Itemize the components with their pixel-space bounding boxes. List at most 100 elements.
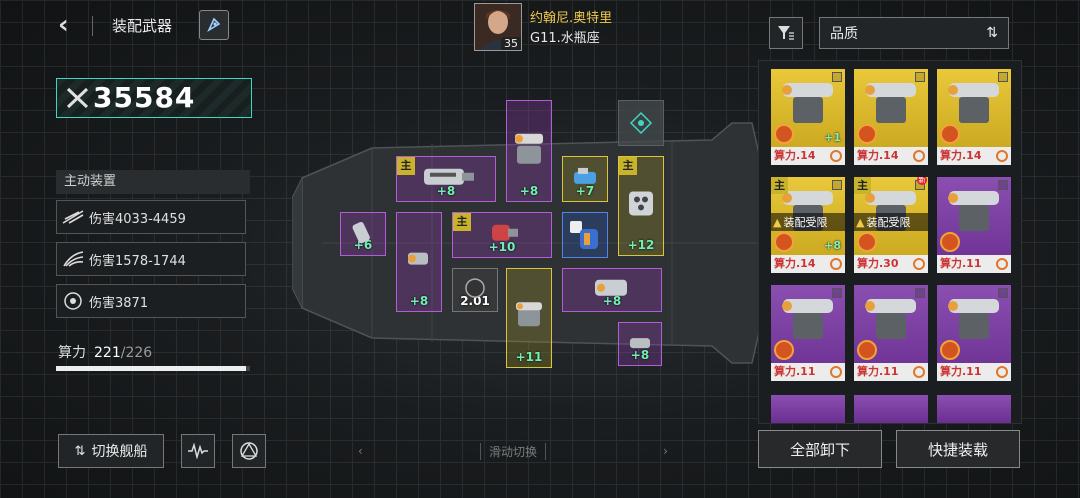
card-cpu-cost: 算力.11 (771, 363, 845, 381)
equipment-slot[interactable]: +7 (562, 156, 608, 202)
missile-pod-icon (352, 221, 370, 244)
slot-bonus: +8 (519, 184, 539, 198)
warning-icon: ▲ (773, 215, 782, 229)
equipment-slot[interactable]: 2.01 (452, 268, 498, 312)
equipment-card[interactable]: +1 算力.14 (771, 69, 845, 165)
equipment-card[interactable]: 算力.14 (854, 69, 928, 165)
select-checkbox[interactable] (998, 288, 1008, 298)
equipment-inventory-panel[interactable]: +1 算力.14 算力.14 算力.14 主 ▲ 装配受限 +8 算力.14 主 ▲ 装配受限新算力.… (758, 60, 1022, 424)
element-orb-icon (856, 231, 878, 253)
filter-button[interactable] (769, 17, 803, 49)
slash-icon (62, 210, 84, 224)
pilot-level: 35 (501, 37, 521, 50)
pilot-avatar[interactable]: 35 (474, 3, 522, 51)
chevron-right-icon: › (663, 444, 668, 458)
gear-icon (830, 258, 842, 270)
active-skill-label: 伤害1578-1744 (89, 253, 186, 269)
equipment-slot[interactable]: 主 +12 (618, 156, 664, 256)
radial-icon (64, 292, 82, 310)
equipment-slot[interactable]: +8 (562, 268, 662, 312)
element-orb-icon (773, 231, 795, 253)
equipment-card[interactable]: 算力.11 (937, 177, 1011, 273)
equipment-card[interactable]: 算力.11 (937, 285, 1011, 381)
equipment-card[interactable]: 主 ▲ 装配受限 +8 算力.14 (771, 177, 845, 273)
select-checkbox[interactable] (998, 180, 1008, 190)
chevron-left-icon: ‹ (358, 444, 363, 458)
element-orb-icon (856, 123, 878, 145)
core-slot-icon (629, 111, 653, 135)
equipment-card[interactable]: 算力.14 (937, 69, 1011, 165)
formation-button[interactable] (232, 434, 266, 468)
restricted-label: ▲ 装配受限 (854, 213, 928, 231)
equipment-slot[interactable]: +8 (506, 100, 552, 202)
equipment-card-partial[interactable] (937, 395, 1011, 423)
main-badge: 主 (397, 157, 415, 175)
equipment-card[interactable]: 算力.11 (854, 285, 928, 381)
warning-icon: ▲ (856, 215, 865, 229)
equipment-slot-empty[interactable] (618, 100, 664, 146)
card-cpu-cost: 算力.14 (854, 147, 928, 165)
equipment-slot[interactable]: +6 (340, 212, 386, 256)
equipment-card[interactable]: 算力.11 (771, 285, 845, 381)
restricted-label: ▲ 装配受限 (771, 213, 845, 231)
select-checkbox[interactable] (832, 180, 842, 190)
combat-power-panel: 35584 (56, 78, 252, 118)
select-checkbox[interactable] (832, 72, 842, 82)
gear-icon (913, 258, 925, 270)
active-equipment-header: 主动装置 (56, 170, 250, 194)
equipment-slot[interactable]: +11 (506, 268, 552, 368)
unequip-all-button[interactable]: 全部卸下 (758, 430, 882, 468)
select-checkbox[interactable] (915, 288, 925, 298)
turret-icon (515, 133, 543, 164)
equipment-card[interactable]: 主 ▲ 装配受限新算力.30 (854, 177, 928, 273)
card-cpu-cost: 算力.14 (937, 147, 1011, 165)
active-skill-label: 伤害4033-4459 (89, 211, 186, 227)
card-cpu-cost: 算力.11 (937, 255, 1011, 273)
slot-bonus: +8 (409, 294, 429, 308)
laser-icon (492, 224, 518, 241)
slot-bonus: +12 (627, 238, 655, 252)
slide-hint-label: 滑动切换 (479, 442, 546, 460)
card-cpu-cost: 算力.30 (854, 255, 928, 273)
equipment-slot[interactable]: 主 +8 (396, 156, 496, 202)
element-orb-icon (856, 339, 878, 361)
radar-button[interactable] (181, 434, 215, 468)
active-skill-row[interactable]: 伤害1578-1744 (56, 242, 246, 276)
equipment-slot[interactable]: 主 +10 (452, 212, 552, 258)
gear-icon (996, 150, 1008, 162)
switch-ship-button[interactable]: ⇅ 切换舰船 (58, 434, 164, 468)
quick-equip-button[interactable]: 快捷装载 (896, 430, 1020, 468)
equipment-slot[interactable]: +8 (396, 212, 442, 312)
cannon-icon (424, 168, 474, 185)
select-checkbox[interactable] (998, 72, 1008, 82)
select-checkbox[interactable] (915, 72, 925, 82)
back-button[interactable]: ‹ (58, 10, 86, 40)
main-badge: 主 (453, 213, 471, 231)
rocket-button[interactable] (199, 10, 229, 40)
sort-dropdown[interactable]: 品质 ⇅ (819, 17, 1009, 49)
page-title: 装配武器 (112, 17, 173, 35)
cpu-used: 221 (94, 345, 121, 361)
slide-switch-hint[interactable]: ‹ 滑动切换 › (358, 442, 668, 460)
cpu-label: 算力 221/226 (58, 345, 153, 361)
main-badge: 主 (619, 157, 637, 175)
equipment-slot[interactable]: +8 (618, 322, 662, 366)
armor-module-icon (629, 191, 653, 216)
filter-icon (778, 26, 794, 40)
active-skill-row[interactable]: 伤害3871 (56, 284, 246, 318)
element-orb-icon (773, 339, 795, 361)
small-gun-icon (630, 338, 650, 349)
equipment-slot[interactable] (562, 212, 608, 258)
card-bonus: +8 (824, 239, 841, 252)
active-skill-row[interactable]: 伤害4033-4459 (56, 200, 246, 234)
equipment-card-partial[interactable] (854, 395, 928, 423)
gear-icon (913, 366, 925, 378)
pilot-name: 约翰尼.奥特里 (530, 11, 613, 26)
claw-icon (63, 251, 84, 267)
combat-power-value: 35584 (93, 81, 196, 114)
equipment-card-partial[interactable] (771, 395, 845, 423)
element-orb-icon (939, 123, 961, 145)
select-checkbox[interactable] (832, 288, 842, 298)
gear-icon (996, 258, 1008, 270)
sort-label: 品质 (830, 26, 858, 42)
